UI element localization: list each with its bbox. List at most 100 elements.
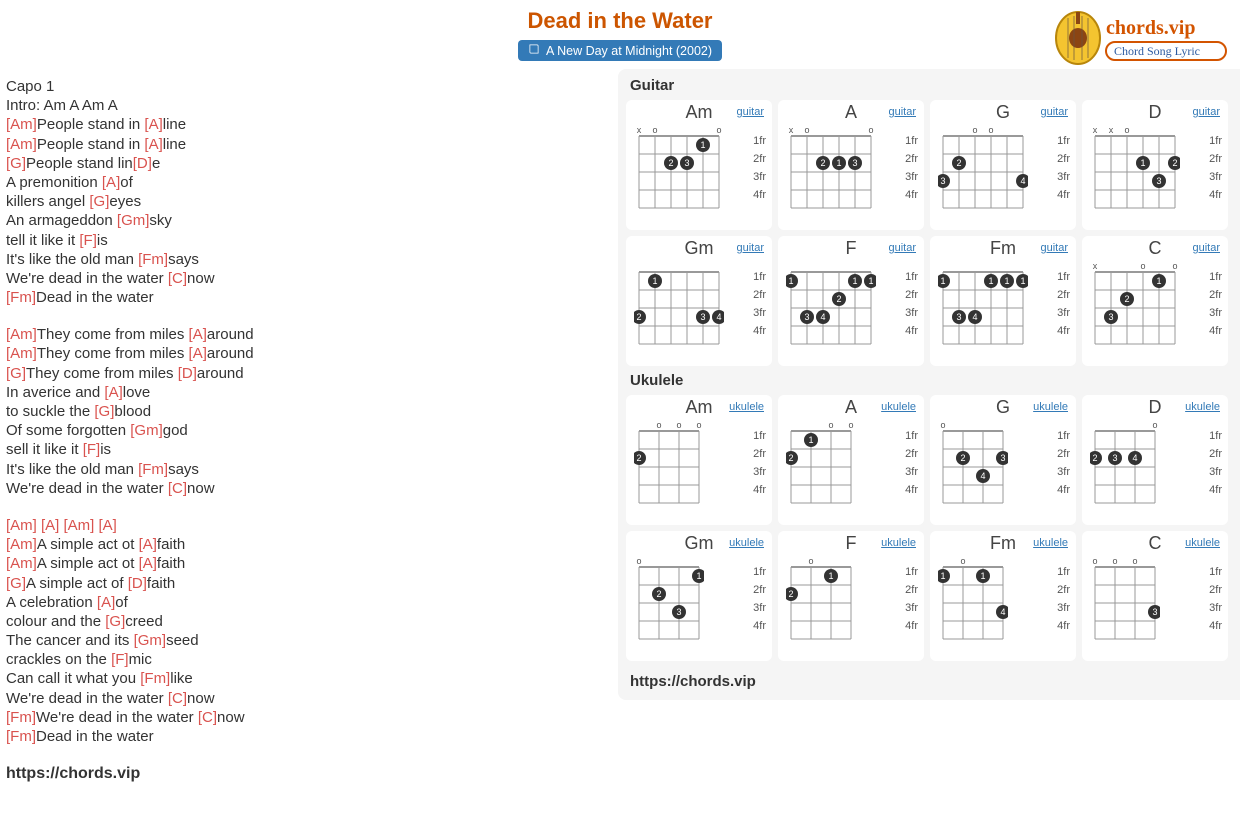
chord-tag[interactable]: [A] — [189, 345, 207, 362]
chord-tag[interactable]: [Fm] — [140, 670, 170, 687]
chord-tag[interactable]: [G] — [6, 365, 26, 382]
chord-tag[interactable]: [G] — [105, 613, 125, 630]
lyric-line: Can call it what you [Fm]like — [6, 669, 608, 688]
lyric-line: [Am]People stand in [A]line — [6, 115, 608, 134]
chord-tag[interactable]: [Gm] — [130, 422, 163, 439]
chord-card-am[interactable]: Amguitarxoo1321fr2fr3fr4fr — [626, 100, 772, 230]
chord-tag[interactable]: [Am] [A] [Am] [A] — [6, 517, 117, 534]
chord-card-c[interactable]: Cguitarxoo1231fr2fr3fr4fr — [1082, 236, 1228, 366]
chord-tag[interactable]: [D] — [133, 155, 152, 172]
lyric-line: [Am]They come from miles [A]around — [6, 325, 608, 344]
chord-tag[interactable]: [Am] — [6, 345, 37, 362]
lyric-line: sell it like it [F]is — [6, 440, 608, 459]
lyric-line: [G]They come from miles [D]around — [6, 364, 608, 383]
chord-tag[interactable]: [A] — [139, 555, 157, 572]
chord-tag[interactable]: [Am] — [6, 536, 37, 553]
site-logo[interactable]: chords.vip Chord Song Lyric — [1050, 8, 1232, 68]
chord-tag[interactable]: [C] — [198, 709, 217, 726]
chord-diagram: o234 — [1090, 421, 1160, 511]
svg-text:2: 2 — [788, 589, 793, 599]
svg-text:3: 3 — [804, 312, 809, 322]
fret-labels: 1fr2fr3fr4fr — [1209, 427, 1222, 499]
chord-card-fm[interactable]: Fmukuleleo1141fr2fr3fr4fr — [930, 531, 1076, 661]
svg-text:o: o — [940, 421, 945, 430]
chord-tag[interactable]: [Fm] — [6, 709, 36, 726]
chord-tag[interactable]: [C] — [168, 480, 187, 497]
album-badge[interactable]: A New Day at Midnight (2002) — [518, 40, 722, 61]
chord-type-link[interactable]: guitar — [1192, 242, 1220, 254]
chord-tag[interactable]: [G] — [94, 403, 114, 420]
chord-type-link[interactable]: ukulele — [881, 401, 916, 413]
svg-text:o: o — [696, 421, 701, 430]
chord-type-link[interactable]: ukulele — [729, 401, 764, 413]
svg-text:3: 3 — [684, 158, 689, 168]
chord-type-link[interactable]: guitar — [736, 106, 764, 118]
lyric-line: [G]People stand lin[D]e — [6, 154, 608, 173]
chord-tag[interactable]: [F] — [111, 651, 129, 668]
lyric-line: Of some forgotten [Gm]god — [6, 421, 608, 440]
chord-tag[interactable]: [D] — [178, 365, 197, 382]
chord-tag[interactable]: [C] — [168, 270, 187, 287]
chord-type-link[interactable]: guitar — [888, 106, 916, 118]
svg-text:2: 2 — [656, 589, 661, 599]
chord-tag[interactable]: [A] — [104, 384, 122, 401]
chord-tag[interactable]: [A] — [97, 594, 115, 611]
chord-tag[interactable]: [Gm] — [134, 632, 167, 649]
chord-tag[interactable]: [G] — [6, 575, 26, 592]
chord-tag[interactable]: [Fm] — [6, 289, 36, 306]
chord-tag[interactable]: [Fm] — [6, 728, 36, 745]
chord-tag[interactable]: [F] — [83, 441, 101, 458]
chord-card-g[interactable]: Gukuleleo2341fr2fr3fr4fr — [930, 395, 1076, 525]
chord-card-gm[interactable]: Gmguitar12341fr2fr3fr4fr — [626, 236, 772, 366]
chord-type-link[interactable]: guitar — [736, 242, 764, 254]
lyrics-column: Capo 1 Intro: Am A Am A [Am]People stand… — [0, 69, 618, 805]
chord-tag[interactable]: [F] — [79, 232, 97, 249]
chord-tag[interactable]: [A] — [102, 174, 120, 191]
chord-card-c[interactable]: Cukuleleooo31fr2fr3fr4fr — [1082, 531, 1228, 661]
fret-labels: 1fr2fr3fr4fr — [1209, 268, 1222, 340]
chord-tag[interactable]: [A] — [144, 136, 162, 153]
chord-tag[interactable]: [Am] — [6, 116, 37, 133]
svg-text:o: o — [1140, 262, 1145, 271]
chord-tag[interactable]: [Fm] — [138, 461, 168, 478]
chord-card-gm[interactable]: Gmukuleleo1231fr2fr3fr4fr — [626, 531, 772, 661]
chord-diagram: 111234 — [786, 262, 876, 352]
chord-card-d[interactable]: Dguitarxxo1231fr2fr3fr4fr — [1082, 100, 1228, 230]
svg-text:2: 2 — [1172, 158, 1177, 168]
chord-tag[interactable]: [Am] — [6, 136, 37, 153]
chord-card-a[interactable]: Aukuleleoo121fr2fr3fr4fr — [778, 395, 924, 525]
chord-tag[interactable]: [Fm] — [138, 251, 168, 268]
chord-card-a[interactable]: Aguitarxoo3121fr2fr3fr4fr — [778, 100, 924, 230]
chord-type-link[interactable]: ukulele — [881, 537, 916, 549]
chord-card-f[interactable]: Fukuleleo121fr2fr3fr4fr — [778, 531, 924, 661]
chord-card-am[interactable]: Amukuleleooo21fr2fr3fr4fr — [626, 395, 772, 525]
chord-card-f[interactable]: Fguitar1112341fr2fr3fr4fr — [778, 236, 924, 366]
chord-tag[interactable]: [Gm] — [117, 212, 150, 229]
chord-type-link[interactable]: guitar — [1040, 242, 1068, 254]
chord-type-link[interactable]: ukulele — [1185, 401, 1220, 413]
chord-type-link[interactable]: guitar — [888, 242, 916, 254]
chord-tag[interactable]: [C] — [168, 690, 187, 707]
chord-type-link[interactable]: guitar — [1192, 106, 1220, 118]
svg-text:2: 2 — [956, 158, 961, 168]
chord-type-link[interactable]: ukulele — [1033, 401, 1068, 413]
chord-tag[interactable]: [Am] — [6, 555, 37, 572]
chord-tag[interactable]: [A] — [139, 536, 157, 553]
chord-tag[interactable]: [A] — [189, 326, 207, 343]
lyric-line: An armageddon [Gm]sky — [6, 211, 608, 230]
chord-tag[interactable]: [A] — [144, 116, 162, 133]
chord-tag[interactable]: [G] — [6, 155, 26, 172]
chord-type-link[interactable]: ukulele — [729, 537, 764, 549]
fret-labels: 1fr2fr3fr4fr — [753, 132, 766, 204]
chord-diagram: xoo312 — [786, 126, 876, 216]
chord-card-fm[interactable]: Fmguitar1111341fr2fr3fr4fr — [930, 236, 1076, 366]
chord-tag[interactable]: [G] — [89, 193, 109, 210]
chord-type-link[interactable]: ukulele — [1033, 537, 1068, 549]
chord-type-link[interactable]: ukulele — [1185, 537, 1220, 549]
svg-text:1: 1 — [696, 571, 701, 581]
chord-tag[interactable]: [D] — [128, 575, 147, 592]
chord-card-g[interactable]: Gguitaroo2341fr2fr3fr4fr — [930, 100, 1076, 230]
chord-type-link[interactable]: guitar — [1040, 106, 1068, 118]
chord-card-d[interactable]: Dukuleleo2341fr2fr3fr4fr — [1082, 395, 1228, 525]
chord-tag[interactable]: [Am] — [6, 326, 37, 343]
